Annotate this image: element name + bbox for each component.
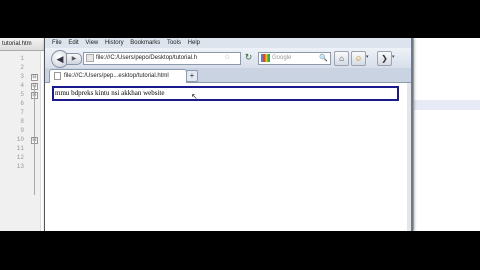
address-bar[interactable]: file:///C:/Users/pepo/Desktop/tutorial.h [83,52,241,65]
browser-window: File Edit View History Bookmarks Tools H… [44,38,413,231]
tab-tutorial[interactable]: file:///C:/Users/pep...esktop/tutorial.h… [49,69,187,83]
line-number: 8 [20,118,24,125]
menu-bookmarks[interactable]: Bookmarks [130,40,160,46]
screen-area: tutorial.htm 1 2 3 4 5 6 7 8 9 10 11 12 … [0,38,480,231]
line-number: 11 [16,145,24,152]
fold-guide-line [34,85,35,195]
fold-toggle-icon[interactable]: ⊟ [31,74,38,81]
text-input-box[interactable]: mmu bdpreks kintu nsi akkhan website [52,86,399,101]
editor-text-area[interactable] [413,38,480,231]
menu-file[interactable]: File [52,40,62,46]
more-tools-button[interactable]: ❯ [377,51,392,66]
menu-help[interactable]: Help [188,40,200,46]
chevron-down-icon[interactable]: ▾ [392,51,398,64]
line-number: 13 [16,163,24,170]
menu-bar: File Edit View History Bookmarks Tools H… [45,38,411,48]
vertical-scrollbar[interactable] [407,83,411,231]
google-icon[interactable] [261,54,270,62]
line-number: 12 [16,154,24,161]
address-text: file:///C:/Users/pepo/Desktop/tutorial.h [96,55,198,61]
home-button[interactable]: ⌂ [334,51,349,66]
navigation-toolbar: ◀ ▶ file:///C:/Users/pepo/Desktop/tutori… [45,48,411,68]
new-tab-button[interactable]: + [186,70,198,82]
menu-tools[interactable]: Tools [167,40,181,46]
menu-view[interactable]: View [85,40,98,46]
editor-gutter: 1 2 3 4 5 6 7 8 9 10 11 12 13 ⊟ ⊟ ⊟ ⊟ [0,51,41,231]
search-placeholder: Google [272,55,292,61]
mouse-cursor-icon: ↖ [191,92,198,101]
page-file-icon [54,72,61,80]
forward-button[interactable]: ▶ [66,53,82,65]
line-number: 2 [20,64,24,71]
bookmark-star-icon[interactable]: ☆ [224,52,230,63]
line-number: 5 [20,91,24,98]
tab-strip: file:///C:/Users/pep...esktop/tutorial.h… [45,68,411,83]
line-number: 1 [20,55,24,62]
line-number: 9 [20,127,24,134]
page-file-icon [86,54,94,62]
search-input[interactable]: Google 🔍 [258,52,331,65]
line-number: 6 [20,100,24,107]
page-content: mmu bdpreks kintu nsi akkhan website ↖ [45,83,407,231]
tab-label: file:///C:/Users/pep...esktop/tutorial.h… [64,73,169,79]
line-number: 7 [20,109,24,116]
line-number: 10 [16,136,24,143]
reload-icon[interactable]: ↻ [243,52,254,63]
addon-button[interactable]: ☺ [351,51,366,66]
chevron-down-icon[interactable]: ▾ [366,51,372,64]
menu-edit[interactable]: Edit [68,40,78,46]
editor-tab[interactable]: tutorial.htm [0,38,47,51]
current-line-highlight [414,100,480,110]
menu-history[interactable]: History [105,40,124,46]
line-number: 3 [20,73,24,80]
line-number: 4 [20,82,24,89]
search-icon[interactable]: 🔍 [319,53,328,64]
